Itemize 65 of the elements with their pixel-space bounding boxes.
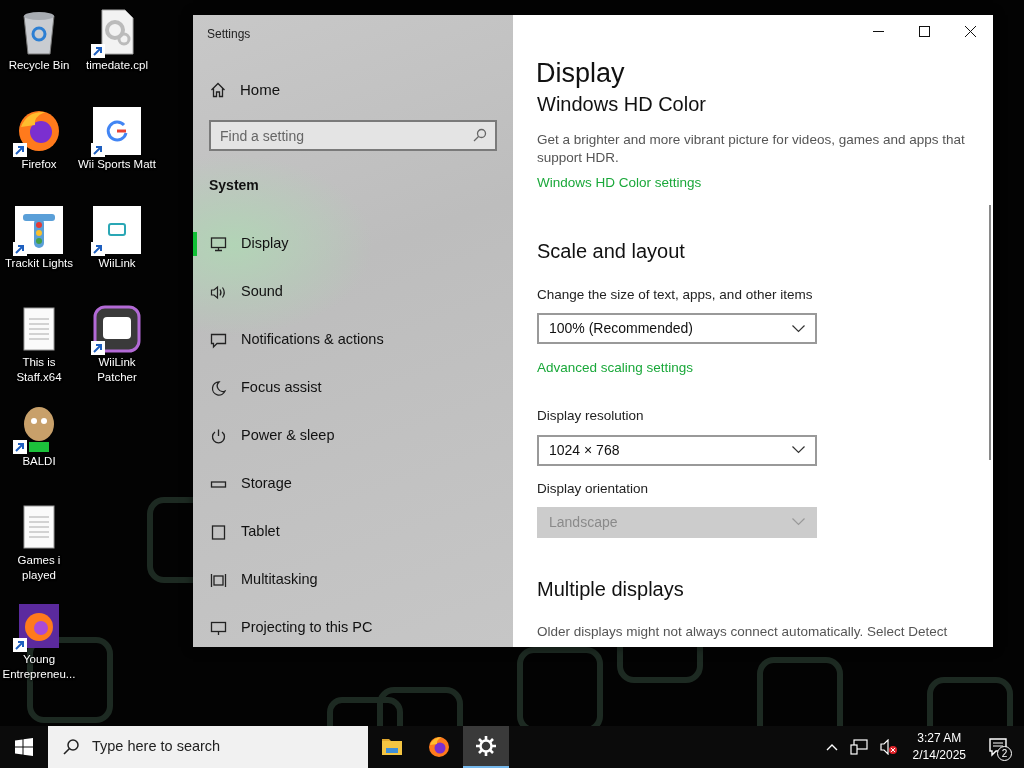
sidebar-item[interactable]: Display bbox=[193, 220, 513, 268]
message-icon bbox=[210, 331, 227, 349]
power-icon bbox=[210, 427, 227, 445]
icon-label[interactable]: WiiLink bbox=[98, 256, 136, 271]
search-icon bbox=[473, 128, 487, 142]
window-title: Settings bbox=[206, 26, 252, 43]
monitor-icon bbox=[210, 619, 227, 637]
icon-label[interactable]: Firefox bbox=[21, 157, 57, 172]
sidebar-item[interactable]: Focus assist bbox=[193, 364, 513, 412]
sidebar-item[interactable]: Projecting to this PC bbox=[193, 604, 513, 647]
sidebar-item[interactable]: Power & sleep bbox=[193, 412, 513, 460]
home-link[interactable]: Home bbox=[240, 78, 280, 102]
page-title: Display bbox=[535, 57, 626, 90]
notification-count: 2 bbox=[997, 746, 1012, 761]
clock[interactable]: 3:27 AM 2/14/2025 bbox=[906, 730, 972, 764]
icon-label[interactable]: Young Entrepreneu... bbox=[0, 652, 78, 682]
sidebar-item[interactable]: Sound bbox=[193, 268, 513, 316]
tablet-icon bbox=[210, 523, 227, 541]
notification-button[interactable]: 2 bbox=[978, 726, 1018, 768]
dropdown[interactable]: 100% (Recommended) bbox=[537, 313, 817, 345]
traffic-light-icon[interactable] bbox=[15, 206, 63, 254]
sidebar-item[interactable]: Storage bbox=[193, 460, 513, 508]
icon-label[interactable]: timedate.cpl bbox=[86, 58, 148, 73]
colored-ring-icon[interactable] bbox=[93, 107, 141, 155]
app-tile-icon[interactable] bbox=[93, 305, 141, 353]
section-heading: System bbox=[208, 176, 260, 195]
field-label: Display orientation bbox=[537, 479, 650, 498]
caret-icon bbox=[792, 324, 805, 333]
taskbar-button[interactable] bbox=[463, 726, 509, 768]
maximize-icon bbox=[918, 25, 930, 37]
caret-icon bbox=[792, 518, 805, 527]
section-heading: Multiple displays bbox=[537, 576, 685, 602]
screen-icon[interactable] bbox=[93, 206, 141, 254]
search-field[interactable]: Find a setting bbox=[209, 120, 497, 151]
gear-icon bbox=[474, 734, 498, 758]
field-label: Display resolution bbox=[537, 407, 645, 426]
icon-label[interactable]: BALDI bbox=[22, 454, 56, 469]
moon-icon bbox=[210, 379, 227, 397]
section-heading: Scale and layout bbox=[537, 239, 686, 265]
icon-label[interactable]: Recycle Bin bbox=[8, 58, 70, 73]
dropdown[interactable]: 1024 × 768 bbox=[537, 434, 817, 466]
section-heading: Windows HD Color bbox=[537, 92, 707, 118]
icon-label[interactable]: This is Staff.x64 bbox=[0, 355, 78, 385]
field-label: Change the size of text, apps, and other items bbox=[537, 286, 814, 305]
description-text: Older displays might not always connect automatically. Select Detect bbox=[537, 622, 949, 641]
monitor-icon bbox=[210, 235, 227, 253]
windows-logo-icon bbox=[15, 738, 33, 756]
speaker-icon bbox=[210, 283, 227, 301]
search-icon bbox=[62, 738, 80, 756]
sidebar-item[interactable]: Multitasking bbox=[193, 556, 513, 604]
notification-icon bbox=[988, 737, 1008, 757]
icon-label[interactable]: Games i played bbox=[0, 553, 78, 583]
taskbar-search[interactable]: Type here to search bbox=[48, 726, 368, 768]
scrollbar[interactable] bbox=[989, 205, 991, 460]
close-icon bbox=[964, 25, 976, 37]
sidebar-item[interactable]: Notifications & actions bbox=[193, 316, 513, 364]
icon-label[interactable]: Wii Sports Matt bbox=[78, 157, 156, 172]
icon-label[interactable]: Trackit Lights bbox=[5, 256, 73, 271]
sidebar-item[interactable]: Tablet bbox=[193, 508, 513, 556]
multitasking-icon bbox=[210, 571, 227, 589]
caret-icon bbox=[792, 446, 805, 455]
icon-label[interactable]: WiiLink Patcher bbox=[78, 355, 156, 385]
description-text: Get a brighter and more vibrant picture for videos, games and apps that support HDR. bbox=[537, 131, 966, 168]
home-icon bbox=[210, 82, 226, 98]
fox-globe-icon bbox=[427, 735, 451, 759]
